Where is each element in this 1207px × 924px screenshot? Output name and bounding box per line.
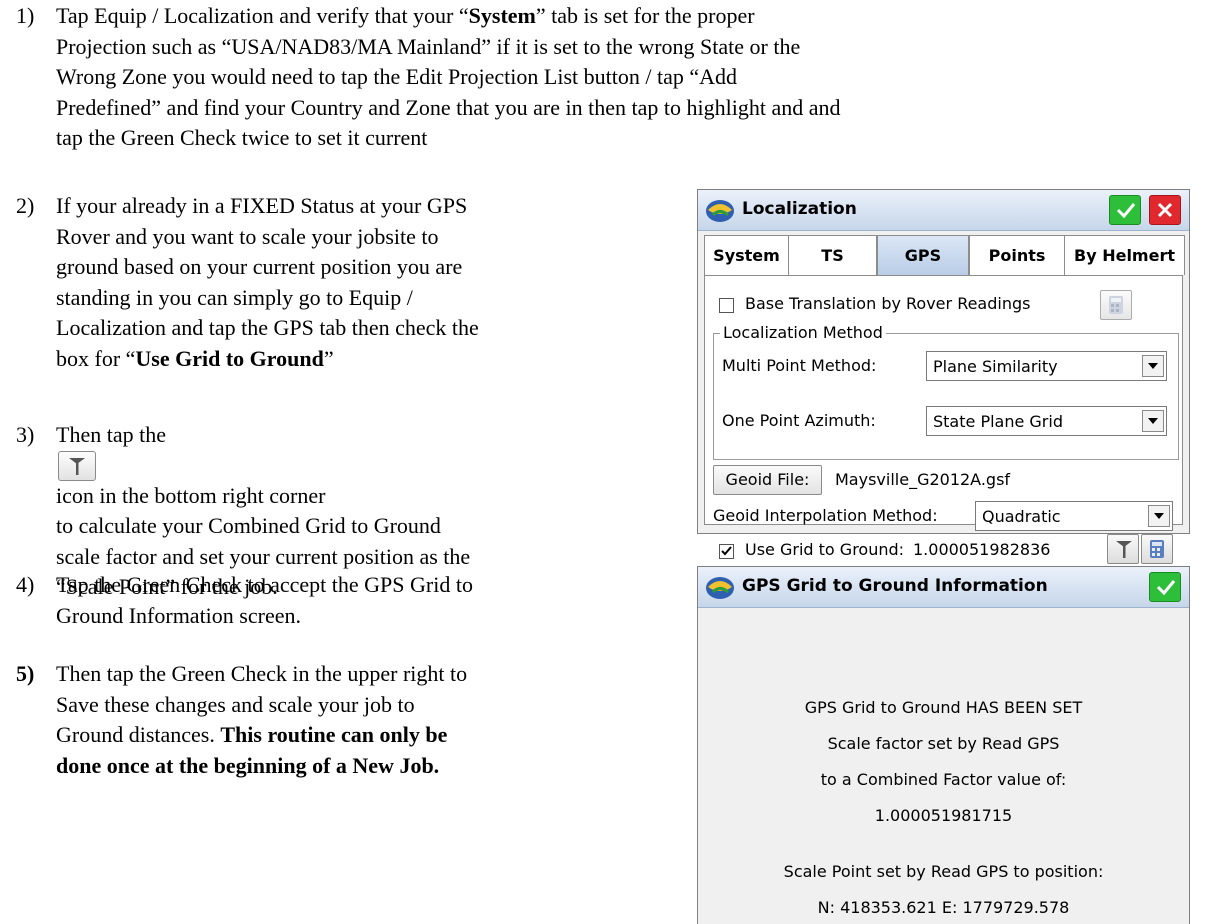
localization-dialog: Localization System TS GPS Points By Hel…: [697, 189, 1190, 564]
carlson-logo-icon: [706, 200, 734, 222]
step-5-line-4: done once at the beginning of a New Job.: [56, 752, 440, 778]
calculator-button[interactable]: [1141, 534, 1173, 564]
tab-by-helmert[interactable]: By Helmert: [1065, 235, 1185, 275]
step-1-line-4: Predefined” and find your Country and Zo…: [56, 94, 841, 120]
step-number: 2): [16, 193, 35, 218]
info-line: Scale factor set by Read GPS: [827, 734, 1060, 753]
one-point-label: One Point Azimuth:: [722, 411, 876, 430]
step-5-line-3: Ground distances. This routine can only …: [56, 722, 448, 747]
step-number: 5): [16, 661, 35, 686]
localization-method-label: Localization Method: [720, 323, 886, 342]
info-line: Scale Point set by Read GPS to position:: [783, 862, 1104, 881]
dialog-title: Localization: [742, 199, 857, 219]
use-grid-checkbox[interactable]: [719, 544, 734, 559]
tab-ts[interactable]: TS: [789, 235, 877, 275]
geoid-file-value: Maysville_G2012A.gsf: [835, 470, 1011, 489]
ok-button[interactable]: [1109, 195, 1141, 225]
step-4-line-1: Tap the Green Check to accept the GPS Gr…: [56, 572, 473, 597]
step-2-line-2: Rover and you want to scale your jobsite…: [56, 223, 439, 249]
calculator-icon: [1109, 296, 1123, 314]
one-point-select[interactable]: State Plane Grid: [926, 406, 1167, 436]
calculator-icon: [1150, 540, 1164, 558]
step-2-line-4: standing in you can simply go to Equip /: [56, 284, 413, 310]
gps-info-body: GPS Grid to Ground HAS BEEN SET Scale fa…: [698, 608, 1189, 924]
info-line: GPS Grid to Ground HAS BEEN SET: [804, 698, 1083, 717]
geoid-file-button[interactable]: Geoid File:: [713, 465, 822, 495]
step-2-line-6: box for “Use Grid to Ground”: [56, 345, 334, 371]
localization-method-group: Localization Method Multi Point Method: …: [713, 323, 1179, 460]
localization-titlebar: Localization: [698, 190, 1189, 231]
step-4-line-2: Ground Information screen.: [56, 602, 301, 628]
tab-system[interactable]: System: [704, 235, 789, 275]
step-number: 3): [16, 422, 35, 447]
gps-tab-panel: Base Translation by Rover Readings Local…: [704, 275, 1183, 564]
chevron-down-icon: [1142, 355, 1164, 377]
read-gps-icon: [58, 450, 96, 481]
step-5-line-2: Save these changes and scale your job to: [56, 691, 415, 717]
tab-bar: System TS GPS Points By Helmert: [704, 235, 1185, 275]
step-1-line-2: Projection such as “USA/NAD83/MA Mainlan…: [56, 33, 801, 59]
one-point-value: State Plane Grid: [933, 412, 1063, 431]
step-1-line-1: Tap Equip / Localization and verify that…: [56, 3, 755, 28]
step-number: 1): [16, 3, 35, 28]
tab-points[interactable]: Points: [969, 235, 1065, 275]
base-translation-label: Base Translation by Rover Readings: [745, 294, 1031, 313]
info-line: N: 418353.621 E: 1779729.578: [817, 898, 1070, 917]
read-gps-button[interactable]: [1107, 534, 1139, 564]
multi-point-value: Plane Similarity: [933, 357, 1058, 376]
multi-point-label: Multi Point Method:: [722, 356, 877, 375]
close-icon: [1157, 202, 1173, 218]
geoid-interp-value: Quadratic: [982, 507, 1061, 526]
step-3-line-1: Then tap the icon in the bottom right co…: [56, 422, 326, 508]
step-2-line-3: ground based on your current position yo…: [56, 254, 463, 279]
use-grid-label: Use Grid to Ground:: [745, 540, 905, 559]
multi-point-select[interactable]: Plane Similarity: [926, 351, 1167, 381]
geoid-interp-select[interactable]: Quadratic: [975, 501, 1173, 531]
base-translation-checkbox[interactable]: [719, 298, 734, 313]
step-2-line-5: Localization and tap the GPS tab then ch…: [56, 315, 479, 340]
geoid-interp-label: Geoid Interpolation Method:: [713, 506, 938, 525]
gps-info-titlebar: GPS Grid to Ground Information: [698, 567, 1189, 608]
check-icon: [1116, 203, 1136, 219]
tab-gps[interactable]: GPS: [877, 235, 969, 275]
step-2-line-1: If your already in a FIXED Status at you…: [56, 193, 468, 218]
read-gps-icon: [1116, 541, 1132, 558]
dialog-title: GPS Grid to Ground Information: [742, 576, 1048, 596]
base-translation-calc-button[interactable]: [1100, 290, 1132, 320]
step-number: 4): [16, 572, 35, 597]
cancel-button[interactable]: [1149, 195, 1181, 225]
carlson-logo-icon: [706, 577, 734, 599]
chevron-down-icon: [1142, 410, 1164, 432]
step-3-line-2: to calculate your Combined Grid to Groun…: [56, 513, 441, 538]
check-icon: [1156, 580, 1176, 596]
check-icon: [721, 546, 732, 556]
chevron-down-icon: [1148, 505, 1170, 527]
gps-info-dialog: GPS Grid to Ground Information GPS Grid …: [697, 566, 1190, 924]
step-1-line-3: Wrong Zone you would need to tap the Edi…: [56, 64, 737, 89]
use-grid-value: 1.000051982836: [913, 540, 1051, 559]
step-3-line-3: scale factor and set your current positi…: [56, 543, 471, 569]
step-1-line-5: tap the Green Check twice to set it curr…: [56, 125, 428, 150]
step-5-line-1: Then tap the Green Check in the upper ri…: [56, 661, 468, 686]
ok-button[interactable]: [1149, 572, 1181, 602]
info-line: 1.000051981715: [874, 806, 1013, 825]
info-line: to a Combined Factor value of:: [820, 770, 1067, 789]
